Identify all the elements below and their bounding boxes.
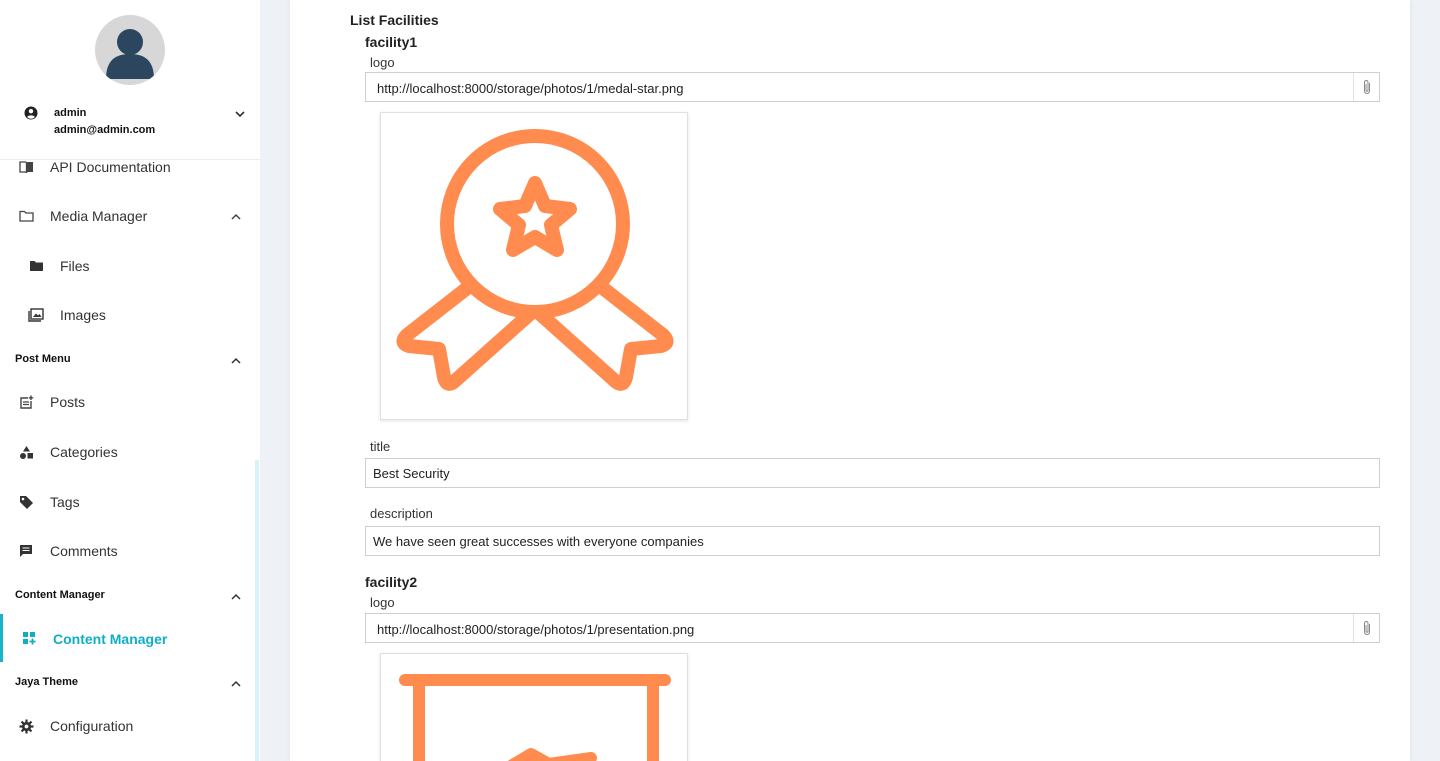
logo-label: logo xyxy=(370,55,395,70)
description-input[interactable] xyxy=(365,526,1380,556)
logo-label: logo xyxy=(370,595,395,610)
user-name: admin xyxy=(54,107,87,119)
sidebar-item-label: Files xyxy=(60,258,90,274)
sidebar-item-label: API Documentation xyxy=(50,159,171,175)
facility-heading: facility1 xyxy=(365,34,418,50)
logo-preview-presentation xyxy=(380,653,688,761)
user-menu[interactable]: admin admin@admin.com xyxy=(24,105,246,141)
content-panel: List Facilities facility1 logo http://lo… xyxy=(290,0,1410,761)
gear-icon xyxy=(18,718,34,734)
chevron-up-icon[interactable] xyxy=(230,210,242,228)
sidebar-item-label: Content Manager xyxy=(53,631,168,647)
folder-outline-icon xyxy=(18,208,34,224)
user-profile: admin admin@admin.com xyxy=(0,0,260,160)
sidebar-item-label: Media Manager xyxy=(50,208,148,224)
logo-url-field[interactable]: http://localhost:8000/storage/photos/1/p… xyxy=(365,613,1380,643)
medal-star-icon xyxy=(396,129,674,391)
post-add-icon xyxy=(18,394,34,410)
paperclip-icon[interactable] xyxy=(1353,73,1379,101)
description-label: description xyxy=(370,506,433,521)
sidebar-scrollbar[interactable] xyxy=(255,460,259,761)
sidebar-item-label: Configuration xyxy=(50,718,134,734)
sidebar-item-content-manager[interactable]: Content Manager xyxy=(0,614,260,662)
sidebar-item-label: Categories xyxy=(50,444,118,460)
sidebar-item-label: Tags xyxy=(50,494,80,510)
sidebar: admin admin@admin.com API Documentation … xyxy=(0,0,260,761)
folder-icon xyxy=(28,258,44,274)
section-post-menu[interactable]: Post Menu xyxy=(0,346,260,374)
sidebar-item-images[interactable]: Images xyxy=(0,295,260,335)
sidebar-item-configuration[interactable]: Configuration xyxy=(0,706,260,746)
sidebar-item-label: Posts xyxy=(50,394,86,410)
comment-icon xyxy=(18,543,34,559)
user-email: admin@admin.com xyxy=(54,124,156,136)
chevron-up-icon[interactable] xyxy=(230,677,242,695)
presentation-icon xyxy=(399,674,671,761)
chevron-down-icon[interactable] xyxy=(234,107,246,125)
logo-preview-medal-star xyxy=(380,112,688,420)
section-jaya-theme[interactable]: Jaya Theme xyxy=(0,669,260,697)
logo-url-field[interactable]: http://localhost:8000/storage/photos/1/m… xyxy=(365,72,1380,102)
book-icon xyxy=(18,159,34,175)
sidebar-item-tags[interactable]: Tags xyxy=(0,482,260,522)
section-label: Post Menu xyxy=(15,353,71,365)
sidebar-item-files[interactable]: Files xyxy=(0,246,260,286)
category-shapes-icon xyxy=(18,444,34,460)
sidebar-item-comments[interactable]: Comments xyxy=(0,531,260,571)
sidebar-item-media-manager[interactable]: Media Manager xyxy=(0,196,260,236)
sidebar-item-label: Images xyxy=(60,307,106,323)
section-label: Content Manager xyxy=(15,589,105,601)
sidebar-item-posts[interactable]: Posts xyxy=(0,382,260,422)
chevron-up-icon[interactable] xyxy=(230,354,242,372)
account-circle-icon xyxy=(24,106,38,125)
section-content-manager[interactable]: Content Manager xyxy=(0,582,260,610)
paperclip-icon[interactable] xyxy=(1353,614,1379,642)
title-label: title xyxy=(370,439,391,454)
logo-url-value: http://localhost:8000/storage/photos/1/p… xyxy=(377,622,695,637)
tag-icon xyxy=(18,494,34,510)
section-label: Jaya Theme xyxy=(15,676,78,688)
images-icon xyxy=(28,307,44,323)
avatar[interactable] xyxy=(95,15,165,85)
facility-heading: facility2 xyxy=(365,574,418,590)
page-title: List Facilities xyxy=(350,12,439,28)
chevron-up-icon[interactable] xyxy=(230,590,242,608)
sidebar-item-api-documentation[interactable]: API Documentation xyxy=(0,147,260,187)
sidebar-item-label: Comments xyxy=(50,543,118,559)
title-input[interactable] xyxy=(365,458,1380,488)
logo-url-value: http://localhost:8000/storage/photos/1/m… xyxy=(377,81,684,96)
sidebar-item-categories[interactable]: Categories xyxy=(0,432,260,472)
dashboard-plus-icon xyxy=(21,630,37,646)
